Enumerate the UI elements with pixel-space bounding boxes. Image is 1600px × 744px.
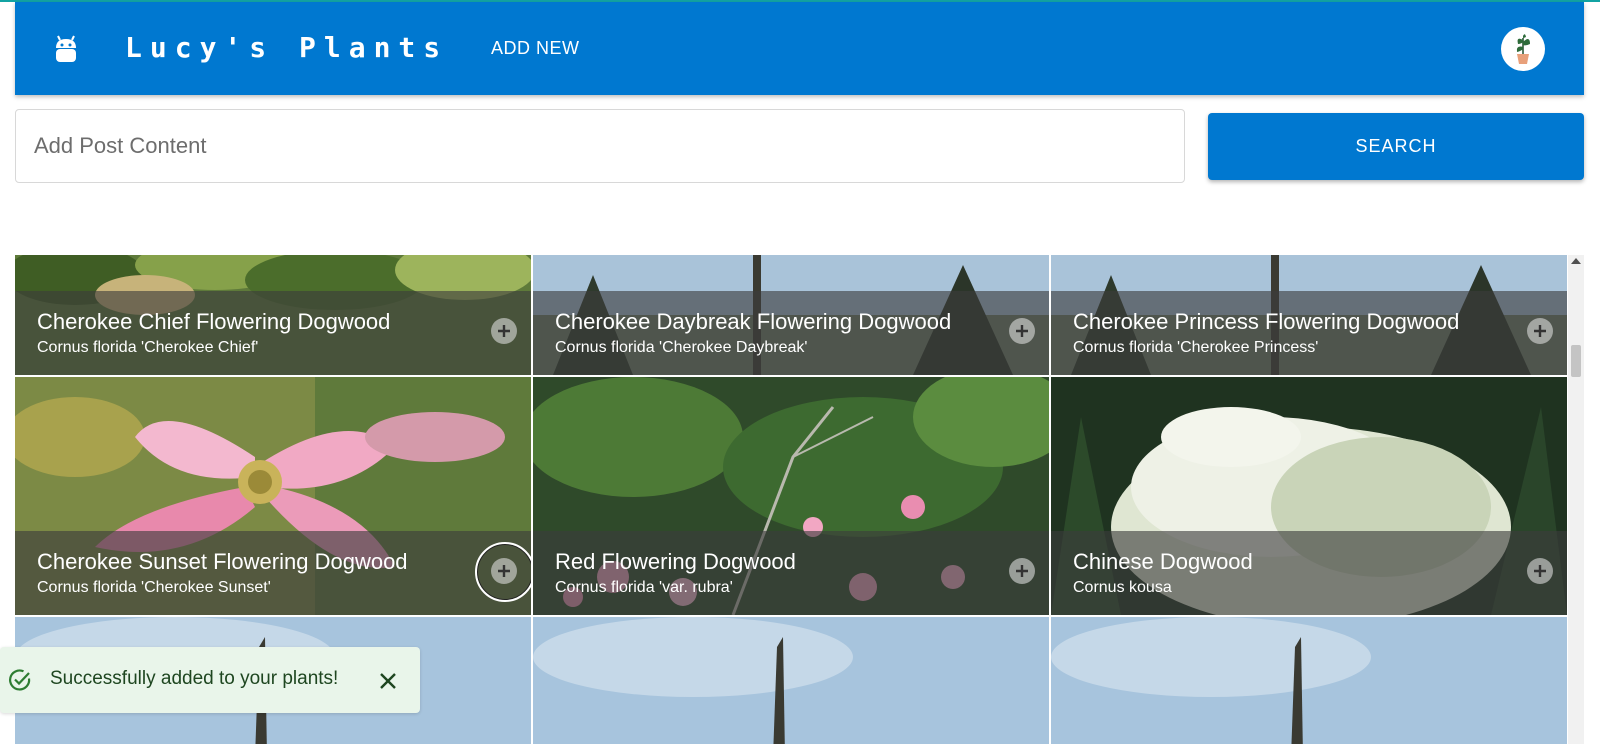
- add-plant-button[interactable]: [1009, 558, 1035, 584]
- close-icon[interactable]: [376, 669, 400, 693]
- post-content-input[interactable]: [15, 109, 1185, 183]
- plant-card[interactable]: Chinese Dogwood Cornus kousa: [1051, 377, 1567, 615]
- toast-message: Successfully added to your plants!: [50, 668, 339, 689]
- plant-card[interactable]: Cherokee Sunset Flowering Dogwood Cornus…: [15, 377, 531, 615]
- scroll-up-arrow-icon[interactable]: [1571, 258, 1581, 264]
- plant-scientific-name: Cornus florida 'var. rubra': [555, 579, 733, 596]
- plant-name: Cherokee Chief Flowering Dogwood: [37, 309, 391, 334]
- add-plant-button[interactable]: [491, 318, 517, 344]
- plant-card[interactable]: [533, 617, 1049, 744]
- plant-card[interactable]: [1051, 617, 1567, 744]
- plus-icon: [1016, 565, 1028, 577]
- plant-name: Cherokee Daybreak Flowering Dogwood: [555, 309, 952, 334]
- plus-icon: [1534, 565, 1546, 577]
- plus-icon: [1534, 325, 1546, 337]
- plus-icon: [498, 325, 510, 337]
- plant-name: Chinese Dogwood: [1073, 549, 1253, 574]
- potted-plant-icon: [1516, 34, 1530, 64]
- tile-caption: Cherokee Chief Flowering Dogwood Cornus …: [15, 291, 531, 375]
- plus-icon: [1016, 325, 1028, 337]
- plant-image: [533, 617, 1049, 744]
- plant-scientific-name: Cornus kousa: [1073, 579, 1172, 596]
- search-button[interactable]: SEARCH: [1208, 113, 1584, 180]
- plant-name: Cherokee Sunset Flowering Dogwood: [37, 549, 408, 574]
- plus-icon: [498, 565, 510, 577]
- add-plant-button[interactable]: [475, 542, 531, 602]
- plant-scientific-name: Cornus florida 'Cherokee Princess': [1073, 339, 1319, 356]
- app-title[interactable]: Lucy's Plants: [125, 30, 448, 66]
- check-circle-icon: [9, 669, 31, 691]
- add-plant-button[interactable]: [1527, 558, 1553, 584]
- grid-scrollbar[interactable]: [1568, 255, 1584, 744]
- plant-name: Cherokee Princess Flowering Dogwood: [1073, 309, 1460, 334]
- add-plant-button[interactable]: [1009, 318, 1035, 344]
- plant-scientific-name: Cornus florida 'Cherokee Chief': [37, 339, 259, 356]
- success-toast: Successfully added to your plants!: [0, 647, 420, 713]
- plant-card[interactable]: Red Flowering Dogwood Cornus florida 'va…: [533, 377, 1049, 615]
- plant-image: [1051, 617, 1567, 744]
- plant-card[interactable]: Cherokee Chief Flowering Dogwood Cornus …: [15, 255, 531, 375]
- tile-caption: Chinese Dogwood Cornus kousa: [1051, 531, 1567, 615]
- add-plant-button[interactable]: [1527, 318, 1553, 344]
- app-bar: Lucy's Plants ADD NEW: [15, 2, 1584, 95]
- plant-scientific-name: Cornus florida 'Cherokee Sunset': [37, 579, 271, 596]
- plant-card[interactable]: Cherokee Daybreak Flowering Dogwood Corn…: [533, 255, 1049, 375]
- tile-caption: Cherokee Princess Flowering Dogwood Corn…: [1051, 291, 1567, 375]
- avatar[interactable]: [1501, 27, 1545, 71]
- add-new-link[interactable]: ADD NEW: [491, 35, 580, 61]
- tile-caption: Cherokee Daybreak Flowering Dogwood Corn…: [533, 291, 1049, 375]
- android-icon[interactable]: [53, 35, 79, 65]
- plant-name: Red Flowering Dogwood: [555, 549, 796, 574]
- scroll-thumb[interactable]: [1571, 345, 1581, 377]
- tile-caption: Cherokee Sunset Flowering Dogwood Cornus…: [15, 531, 531, 615]
- tile-caption: Red Flowering Dogwood Cornus florida 'va…: [533, 531, 1049, 615]
- plant-card[interactable]: Cherokee Princess Flowering Dogwood Corn…: [1051, 255, 1567, 375]
- plant-scientific-name: Cornus florida 'Cherokee Daybreak': [555, 339, 808, 356]
